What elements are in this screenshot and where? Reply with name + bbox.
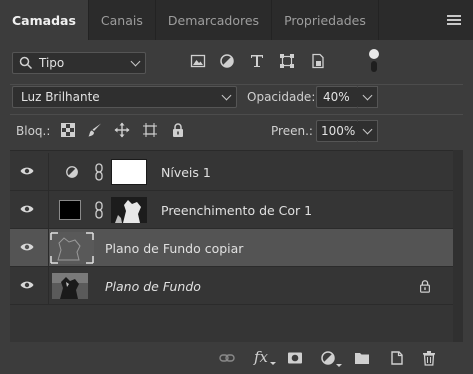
lock-label: Bloq.: (16, 124, 51, 138)
chain-link-icon[interactable] (94, 201, 104, 219)
layer-row-selected[interactable]: Plano de Fundo copiar (10, 229, 463, 267)
new-adjustment-layer-icon[interactable] (320, 350, 336, 366)
blend-mode-value: Luz Brilhante (21, 90, 100, 104)
eye-icon[interactable] (20, 204, 34, 214)
filter-kind-select[interactable]: Tipo (12, 52, 146, 74)
search-icon (19, 56, 33, 70)
layer-row[interactable]: Preenchimento de Cor 1 (10, 191, 463, 229)
smart-object-filter-icon[interactable] (310, 53, 326, 69)
tab-canais[interactable]: Canais (89, 0, 156, 40)
layer-thumbnail[interactable] (50, 232, 94, 264)
shape-filter-icon[interactable] (279, 53, 295, 69)
filter-toggle-switch[interactable] (368, 49, 380, 73)
chevron-down-icon (221, 90, 232, 101)
lock-image-pixels-icon[interactable] (87, 122, 103, 138)
eye-icon[interactable] (20, 280, 34, 290)
fill-dropdown-button[interactable] (358, 120, 378, 142)
tab-demarcadores[interactable]: Demarcadores (156, 0, 273, 40)
lock-transparent-pixels-icon[interactable] (60, 122, 76, 138)
opacity-label: Opacidade: (247, 90, 316, 104)
layer-mask-thumbnail[interactable] (111, 197, 147, 223)
add-layer-style-button[interactable]: fx (254, 348, 268, 366)
panel-tabs: Camadas Canais Demarcadores Propriedades (0, 0, 473, 40)
fill-label: Preen.: (271, 124, 313, 138)
new-layer-icon[interactable] (389, 350, 405, 366)
layers-scrollbar[interactable] (453, 150, 463, 342)
divider (10, 114, 463, 115)
lock-artboard-icon[interactable] (142, 122, 158, 138)
layer-name[interactable]: Plano de Fundo copiar (105, 241, 243, 256)
link-layers-icon[interactable] (219, 350, 235, 366)
chevron-down-icon (130, 56, 141, 67)
adjustment-filter-icon[interactable] (219, 53, 235, 69)
trash-icon[interactable] (421, 350, 437, 366)
new-group-icon[interactable] (354, 350, 370, 366)
fill-value: 100% (321, 124, 356, 138)
opacity-input[interactable]: 40% (316, 86, 358, 108)
layer-row[interactable]: Plano de Fundo (10, 267, 463, 305)
fx-label: fx (254, 348, 269, 366)
filter-kind-label: Tipo (39, 56, 65, 70)
panel-menu-icon[interactable] (447, 15, 461, 25)
pixel-filter-icon[interactable] (190, 53, 206, 69)
chevron-down-icon (362, 124, 373, 135)
layers-list: Níveis 1 Preenchimento de Cor 1 Plano de… (10, 150, 463, 343)
fill-color-swatch[interactable] (59, 200, 81, 220)
add-mask-icon[interactable] (287, 350, 303, 366)
layer-name[interactable]: Plano de Fundo (105, 279, 201, 294)
layer-name[interactable]: Preenchimento de Cor 1 (161, 203, 312, 218)
chain-link-icon[interactable] (94, 163, 104, 181)
layer-row[interactable]: Níveis 1 (10, 153, 463, 191)
divider (10, 84, 463, 85)
dropdown-arrow-icon (270, 362, 276, 365)
dropdown-arrow-icon (336, 364, 342, 367)
chevron-down-icon (362, 90, 373, 101)
lock-icon (420, 280, 430, 293)
opacity-value: 40% (323, 90, 350, 104)
tab-camadas[interactable]: Camadas (0, 0, 89, 40)
tab-propriedades[interactable]: Propriedades (272, 0, 379, 40)
eye-icon[interactable] (20, 166, 34, 176)
fill-input[interactable]: 100% (316, 120, 358, 142)
eye-icon[interactable] (20, 242, 34, 252)
blend-mode-select[interactable]: Luz Brilhante (12, 86, 237, 108)
layers-footer-toolbar: fx (0, 342, 473, 374)
type-filter-icon[interactable] (249, 53, 265, 69)
layer-thumbnail[interactable] (52, 273, 88, 299)
layer-name[interactable]: Níveis 1 (161, 165, 211, 180)
opacity-dropdown-button[interactable] (358, 86, 378, 108)
lock-position-icon[interactable] (114, 122, 130, 138)
adjustment-layer-icon (66, 166, 78, 178)
lock-all-icon[interactable] (170, 122, 186, 138)
layer-mask-thumbnail[interactable] (111, 159, 147, 185)
